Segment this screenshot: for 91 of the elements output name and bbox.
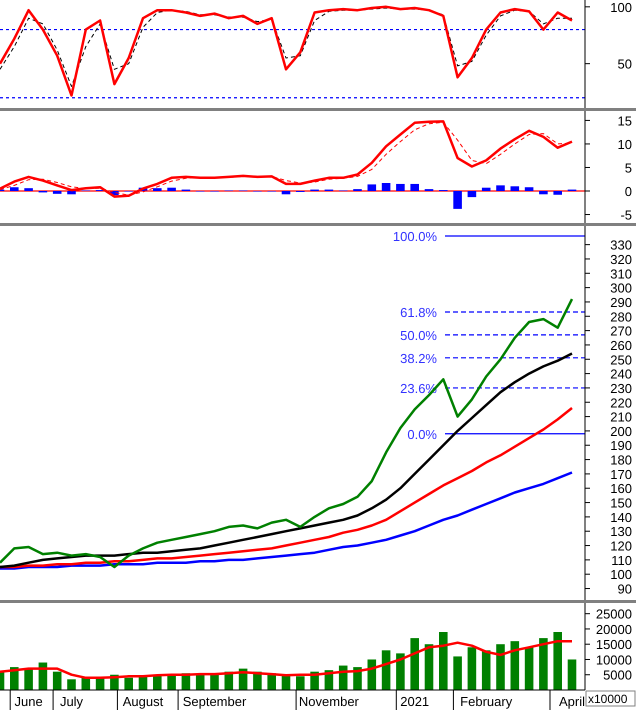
volume-bar — [468, 647, 476, 690]
axis-label: 330 — [610, 238, 632, 253]
histogram-bar — [24, 188, 33, 191]
axis-label: 130 — [610, 524, 632, 540]
axis-label: 140 — [610, 510, 632, 525]
histogram-bar — [52, 191, 62, 194]
month-label: July — [60, 694, 84, 709]
axis-label: 170 — [610, 466, 632, 482]
volume-bar — [424, 644, 434, 690]
axis-label: 300 — [610, 280, 632, 296]
histogram-bar — [482, 188, 490, 191]
volume-bar — [368, 659, 376, 690]
histogram-bar — [368, 184, 376, 191]
month-label: April — [559, 694, 585, 709]
histogram-bar — [539, 191, 548, 194]
axis-label: 0 — [624, 184, 632, 199]
axis-label: 280 — [610, 309, 632, 324]
volume-bar — [524, 647, 534, 690]
axis-label: 25000 — [596, 606, 632, 622]
histogram-bar — [396, 184, 405, 191]
axis-label: 10 — [618, 136, 632, 152]
volume-bar — [496, 644, 505, 690]
axis-label: 250 — [610, 352, 632, 368]
level-label: 0.0% — [407, 426, 437, 442]
volume-bar — [0, 672, 4, 690]
volume-bar — [396, 653, 405, 690]
axis-label: 200 — [610, 424, 632, 439]
histogram-bar — [382, 183, 390, 191]
histogram-bar — [410, 184, 419, 191]
axis-label: 15 — [618, 113, 632, 128]
volume-bar — [439, 632, 448, 690]
histogram-bar — [510, 186, 520, 191]
volume-bar — [382, 650, 390, 690]
level-label: 100.0% — [392, 229, 437, 244]
histogram-bar — [553, 191, 562, 195]
month-label: November — [298, 694, 359, 709]
histogram-bar — [153, 188, 162, 191]
axis-label: 190 — [610, 438, 632, 454]
volume-bar — [510, 641, 520, 690]
month-label: 2021 — [400, 694, 430, 709]
volume-bar — [296, 676, 305, 690]
axis-label: 10000 — [596, 652, 632, 668]
axis-label: 110 — [611, 552, 632, 568]
axis-label: 240 — [610, 366, 632, 382]
axis-label: 210 — [610, 410, 632, 425]
axis-label: 260 — [610, 338, 632, 353]
axis-label: 160 — [610, 481, 632, 496]
axis-label: -5 — [620, 208, 632, 223]
month-label: June — [14, 694, 43, 709]
axis-label: 50 — [618, 56, 632, 72]
volume-bar — [52, 672, 62, 690]
axis-label: 180 — [610, 452, 632, 468]
volume-bar — [67, 679, 76, 690]
histogram-bar — [67, 191, 76, 194]
histogram-bar — [110, 191, 119, 196]
axis-label: 290 — [610, 294, 632, 310]
volume-bar — [553, 632, 562, 690]
axis-label: 270 — [610, 324, 632, 339]
histogram-bar — [282, 191, 290, 194]
month-label: September — [182, 694, 246, 709]
month-label: August — [122, 694, 164, 709]
histogram-bar — [453, 191, 462, 209]
level-label: 50.0% — [400, 328, 437, 343]
axis-label: 320 — [610, 252, 632, 267]
axis-label: 15000 — [596, 637, 632, 652]
axis-label: 5000 — [603, 668, 632, 683]
axis-label: 20000 — [596, 622, 632, 637]
axis-label: 230 — [610, 380, 632, 396]
histogram-bar — [496, 185, 505, 191]
volume-bar — [410, 638, 419, 690]
histogram-bar — [524, 187, 534, 191]
month-label: February — [460, 694, 512, 709]
histogram-bar — [468, 191, 476, 198]
axis-label: 90 — [618, 582, 632, 597]
volume-bar — [539, 638, 548, 690]
axis-label: 5 — [624, 160, 632, 176]
axis-label: 100 — [610, 0, 632, 15]
unit-label: x10000 — [586, 690, 636, 706]
axis-label: 100 — [610, 567, 632, 582]
histogram-bar — [167, 188, 176, 191]
axis-label: 310 — [610, 266, 632, 282]
axis-label: 120 — [610, 538, 632, 554]
volume-bar — [568, 659, 576, 690]
axis-label: 220 — [610, 395, 632, 410]
histogram-bar — [10, 187, 19, 191]
volume-bar — [453, 656, 462, 690]
level-label: 61.8% — [400, 304, 437, 320]
axis-label: 150 — [610, 496, 632, 511]
y-axis-title: x10000 — [588, 692, 628, 706]
level-label: 38.2% — [400, 350, 437, 366]
volume-bar — [482, 650, 490, 690]
